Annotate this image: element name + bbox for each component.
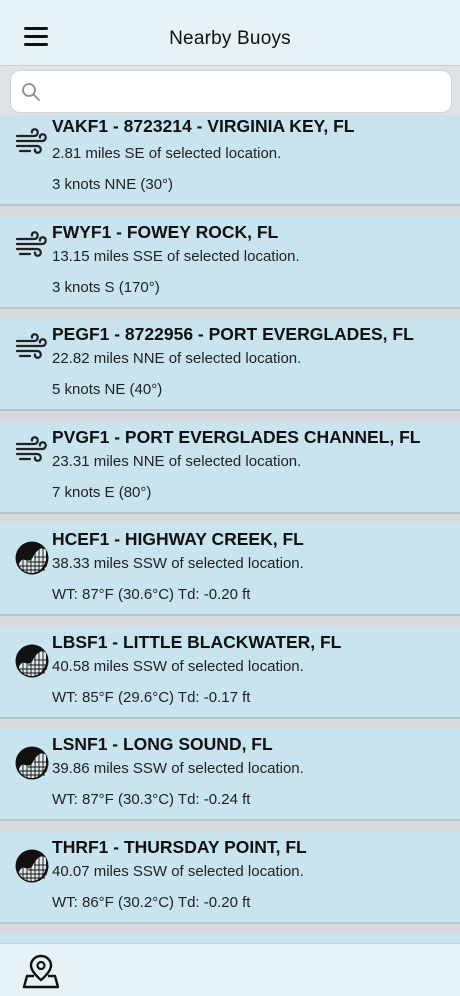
buoy-name: PEGF1 - 8722956 - PORT EVERGLADES, FL — [52, 324, 414, 344]
buoy-conditions: 7 knots E (80°) — [52, 483, 152, 501]
tide-gauge-icon — [14, 848, 50, 884]
tide-gauge-icon — [14, 745, 50, 781]
buoy-distance: 13.15 miles SSE of selected location. — [52, 247, 300, 265]
buoy-list-item[interactable]: PVGF1 - PORT EVERGLADES CHANNEL, FL 23.31… — [0, 421, 460, 514]
wind-icon — [14, 124, 50, 160]
buoy-list-item[interactable]: FWYF1 - FOWEY ROCK, FL 13.15 miles SSE of… — [0, 216, 460, 309]
wind-icon — [14, 227, 50, 263]
buoy-distance: 22.82 miles NNE of selected location. — [52, 350, 302, 367]
nav-header: Nearby Buoys — [0, 0, 460, 66]
bottom-toolbar — [0, 943, 460, 996]
wind-icon — [14, 432, 50, 468]
buoy-name: HCEF1 - HIGHWAY CREEK, FL — [52, 529, 304, 549]
search-icon — [22, 83, 40, 101]
buoy-list-item[interactable]: THRF1 - THURSDAY POINT, FL 40.07 miles SS… — [0, 831, 460, 924]
buoy-name: LSNF1 - LONG SOUND, FL — [52, 734, 273, 754]
buoy-distance: 2.81 miles SE of selected location. — [52, 145, 282, 162]
search-box[interactable] — [10, 70, 452, 113]
wind-icon — [14, 329, 50, 365]
search-input[interactable] — [49, 77, 439, 107]
buoy-conditions: WT: 87°F (30.6°C) Td: -0.20 ft — [52, 586, 251, 603]
buoy-list-item[interactable]: HCEF1 - HIGHWAY CREEK, FL 38.33 miles SSW… — [0, 524, 460, 616]
tide-gauge-icon — [14, 643, 50, 679]
buoy-name: FWYF1 - FOWEY ROCK, FL — [52, 221, 279, 242]
buoy-list-item[interactable]: LBSF1 - LITTLE BLACKWATER, FL 40.58 miles… — [0, 626, 460, 719]
search-bar — [0, 66, 460, 120]
buoy-list-item[interactable]: LSNF1 - LONG SOUND, FL 39.86 miles SSW of… — [0, 729, 460, 821]
buoy-list-item[interactable]: PEGF1 - 8722956 - PORT EVERGLADES, FL 22.… — [0, 319, 460, 411]
buoy-name: PVGF1 - PORT EVERGLADES CHANNEL, FL — [52, 426, 421, 447]
buoy-name: LBSF1 - LITTLE BLACKWATER, FL — [52, 631, 342, 652]
buoy-name: VAKF1 - 8723214 - VIRGINIA KEY, FL — [52, 116, 355, 136]
map-location-icon[interactable] — [22, 952, 60, 990]
buoy-conditions: WT: 86°F (30.2°C) Td: -0.20 ft — [52, 893, 251, 911]
buoy-conditions: 3 knots S (170°) — [52, 278, 160, 296]
buoy-list-item[interactable]: BWSF1 - BLACKWATER SOUND, FL — [0, 934, 460, 943]
tide-gauge-icon — [14, 540, 50, 576]
buoy-list[interactable]: VAKF1 - 8723214 - VIRGINIA KEY, FL 2.81 m… — [0, 115, 460, 943]
buoy-list-item[interactable]: VAKF1 - 8723214 - VIRGINIA KEY, FL 2.81 m… — [0, 115, 460, 206]
buoy-distance: 40.07 miles SSW of selected location. — [52, 862, 304, 880]
page-title: Nearby Buoys — [169, 28, 291, 49]
app-screen: Nearby Buoys VAKF1 - 8723214 - VIRGINIA … — [0, 0, 460, 996]
buoy-distance: 40.58 miles SSW of selected location. — [52, 657, 304, 675]
buoy-conditions: 5 knots NE (40°) — [52, 381, 163, 398]
buoy-distance: 38.33 miles SSW of selected location. — [52, 555, 304, 572]
buoy-conditions: WT: 87°F (30.3°C) Td: -0.24 ft — [52, 791, 251, 808]
buoy-distance: 39.86 miles SSW of selected location. — [52, 760, 304, 777]
buoy-conditions: 3 knots NNE (30°) — [52, 176, 174, 193]
buoy-conditions: WT: 85°F (29.6°C) Td: -0.17 ft — [52, 688, 251, 706]
buoy-distance: 23.31 miles NNE of selected location. — [52, 452, 302, 470]
buoy-name: THRF1 - THURSDAY POINT, FL — [52, 836, 307, 857]
